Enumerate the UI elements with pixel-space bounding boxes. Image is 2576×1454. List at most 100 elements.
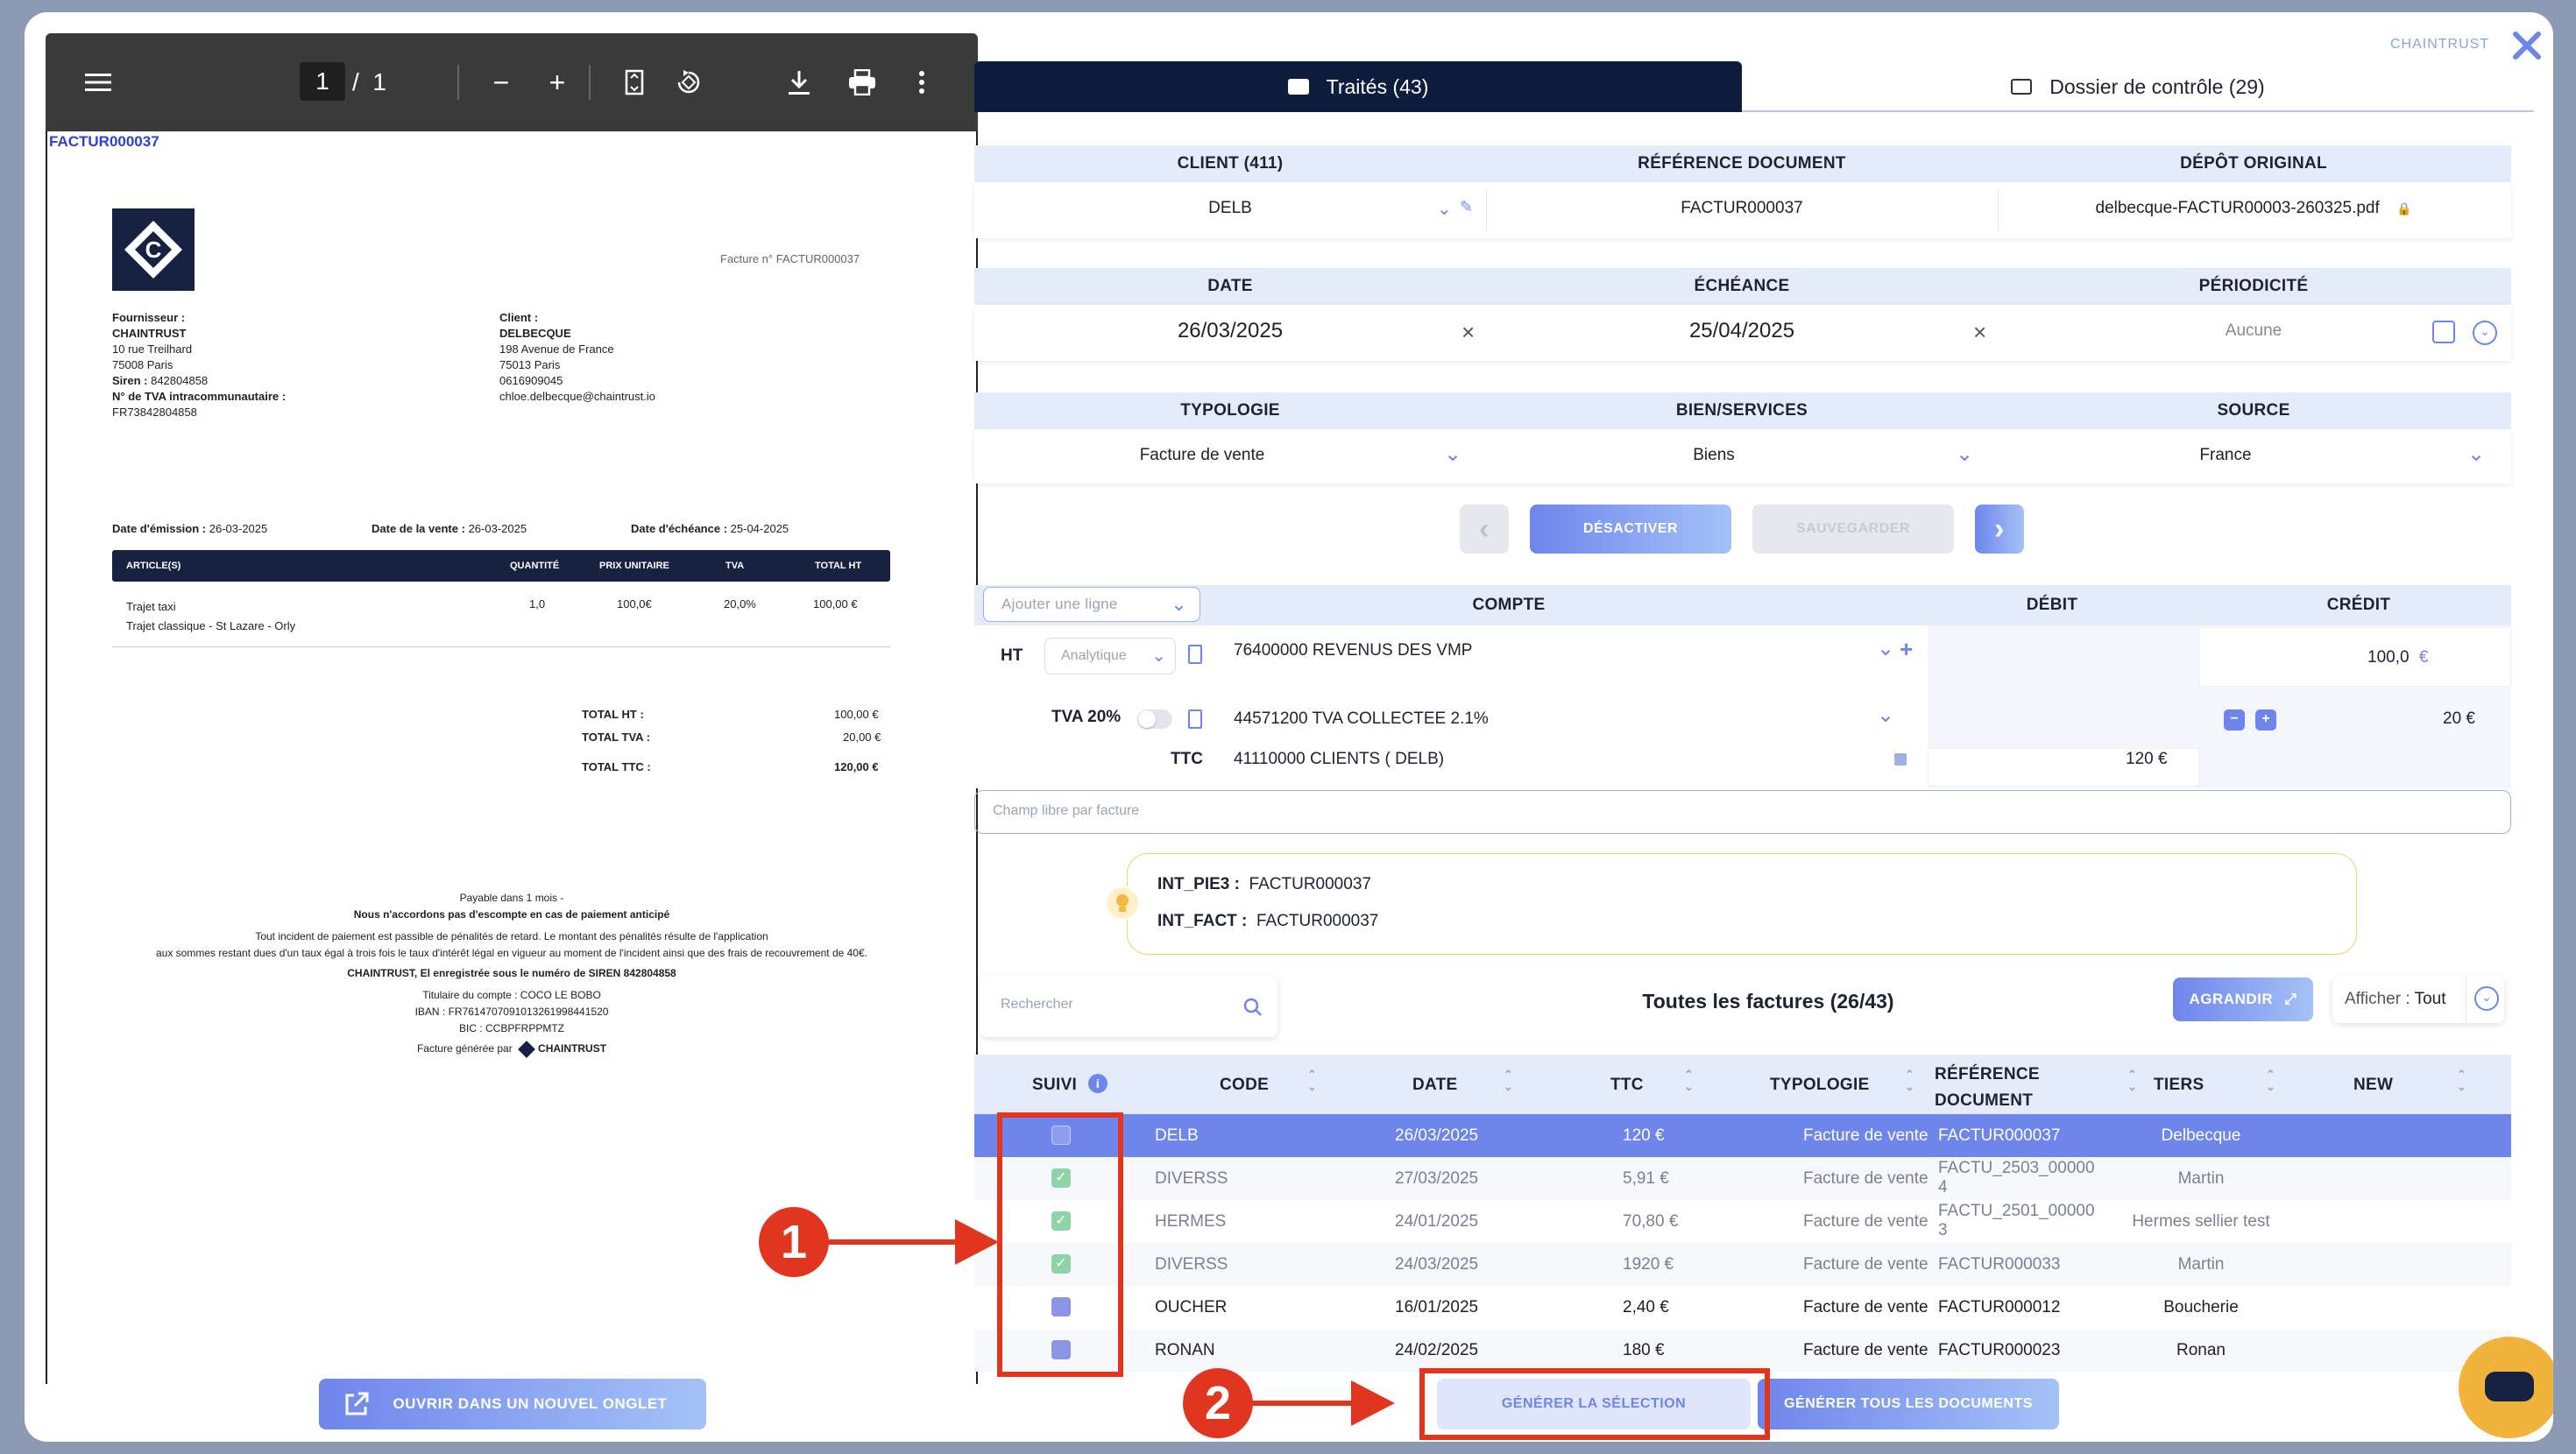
analytique-select[interactable]: Analytique ⌄: [1044, 638, 1176, 674]
depot-header: DÉPÔT ORIGINAL: [2180, 154, 2327, 173]
info-icon[interactable]: i: [1088, 1074, 1108, 1093]
credit-input-ht[interactable]: [2199, 627, 2511, 687]
col-reference[interactable]: RÉFÉRENCE DOCUMENT: [1935, 1062, 2040, 1114]
zoom-out-icon[interactable]: −: [484, 33, 519, 131]
col-code[interactable]: CODE: [1220, 1076, 1269, 1095]
pdf-doc-link[interactable]: FACTUR000037: [49, 133, 159, 151]
table-row[interactable]: DELB 26/03/2025 120 € Facture de vente FACTU…: [974, 1114, 2511, 1157]
client-email: chloe.delbecque@chaintrust.io: [499, 390, 655, 403]
chevron-down-icon[interactable]: ⌄: [1956, 441, 1973, 467]
invoices-table-header: SUIVI i CODE DATE TTC TYPOLOGIE RÉFÉRENC…: [974, 1055, 2511, 1114]
sort-icon[interactable]: ⌃ ⌄: [1504, 1069, 1513, 1093]
cell-code: DIVERSS: [1155, 1255, 1228, 1274]
agrandir-button[interactable]: AGRANDIR ⤢: [2173, 978, 2313, 1021]
close-icon[interactable]: [2511, 30, 2543, 61]
open-new-tab-button[interactable]: OUVRIR DANS UN NOUVEL ONGLET: [319, 1379, 706, 1429]
more-options-icon[interactable]: [904, 33, 939, 134]
chevron-down-icon[interactable]: ⌄: [2467, 441, 2485, 467]
afficher-label: Afficher :: [2345, 990, 2410, 1008]
chevron-circle-icon[interactable]: ⌄: [2473, 321, 2497, 345]
echeance-input[interactable]: 25/04/2025: [1486, 305, 1998, 357]
col-ttc[interactable]: TTC: [1610, 1076, 1644, 1095]
chevron-down-icon[interactable]: ⌄: [1444, 441, 1461, 467]
date-input[interactable]: 26/03/2025: [974, 305, 1486, 357]
next-button[interactable]: ›: [1975, 505, 2024, 554]
col-reference-line2: DOCUMENT: [1935, 1091, 2034, 1110]
col-reference-line1: RÉFÉRENCE: [1935, 1065, 2040, 1083]
sort-icon[interactable]: ⌃ ⌄: [1684, 1069, 1694, 1093]
footer-line: aux sommes restant dues d'un taux égal à…: [155, 947, 867, 959]
chat-widget[interactable]: [2459, 1337, 2553, 1438]
sort-icon[interactable]: ⌃ ⌄: [2457, 1069, 2466, 1093]
page-total: / 1: [352, 33, 386, 131]
ht-credit[interactable]: 100,0 €: [2367, 648, 2428, 667]
sort-icon[interactable]: ⌃ ⌄: [1307, 1069, 1317, 1093]
trash-icon[interactable]: [1188, 645, 1202, 664]
depot-original-link[interactable]: delbecque-FACTUR00003-260325.pdf 🔒: [1998, 182, 2509, 235]
clear-date-icon[interactable]: ×: [1461, 319, 1475, 346]
tva-toggle[interactable]: [1137, 709, 1172, 729]
ttc-label: TTC: [1171, 750, 1203, 768]
typologie-select[interactable]: Facture de vente: [974, 429, 1430, 482]
chevron-down-icon[interactable]: ⌄: [1437, 198, 1452, 220]
sauvegarder-button[interactable]: SAUVEGARDER: [1752, 505, 1954, 554]
col-typologie[interactable]: TYPOLOGIE: [1770, 1076, 1870, 1095]
search-icon[interactable]: [1242, 997, 1263, 1018]
tva-compte[interactable]: 44571200 TVA COLLECTEE 2.1%: [1234, 709, 1489, 729]
tab-traites[interactable]: Traités (43): [974, 61, 1742, 112]
generer-tous-button[interactable]: GÉNÉRER TOUS LES DOCUMENTS: [1758, 1379, 2059, 1429]
page-number-input[interactable]: 1: [300, 62, 345, 101]
desactiver-button[interactable]: DÉSACTIVER: [1530, 505, 1731, 554]
cell-ttc: 5,91 €: [1623, 1169, 1669, 1188]
annotation-arrow-1: [829, 1239, 960, 1245]
client-select[interactable]: DELB: [974, 182, 1486, 235]
cell-date: 26/03/2025: [1395, 1126, 1479, 1145]
minus-icon[interactable]: −: [2224, 709, 2245, 731]
table-row[interactable]: ✓ HERMES 24/01/2025 70,80 € Facture de vente…: [974, 1200, 2511, 1243]
sort-icon[interactable]: ⌃ ⌄: [1905, 1069, 1914, 1093]
plus-icon[interactable]: +: [2255, 709, 2276, 731]
add-icon[interactable]: +: [1900, 636, 1913, 663]
search-box[interactable]: Rechercher: [980, 976, 1277, 1037]
client-address-1: 198 Avenue de France: [499, 342, 614, 356]
rotate-icon[interactable]: [671, 33, 706, 136]
search-input[interactable]: Rechercher: [1001, 997, 1073, 1013]
add-line-select[interactable]: Ajouter une ligne ⌄: [983, 587, 1200, 622]
bien-select[interactable]: Biens: [1486, 429, 1942, 482]
chevron-circle-icon: ⌄: [2474, 986, 2499, 1011]
sort-icon[interactable]: ⌃ ⌄: [2266, 1069, 2275, 1093]
download-icon[interactable]: [782, 33, 817, 135]
table-row[interactable]: ✓ DIVERSS 27/03/2025 5,91 € Facture de vente…: [974, 1157, 2511, 1200]
tva-credit[interactable]: 20 €: [2443, 709, 2475, 729]
supplier-block: Fournisseur : CHAINTRUST 10 rue Treilhar…: [112, 310, 286, 420]
col-tiers[interactable]: TIERS: [2154, 1076, 2204, 1095]
col-date[interactable]: DATE: [1412, 1076, 1458, 1095]
source-select[interactable]: France: [1998, 429, 2453, 482]
ht-compte[interactable]: 76400000 REVENUS DES VMP: [1234, 641, 1472, 660]
annotation-arrowhead-2: [1351, 1380, 1395, 1426]
chevron-down-icon[interactable]: ⌄: [1877, 702, 1894, 728]
ttc-debit[interactable]: 120 €: [2126, 750, 2168, 769]
table-row[interactable]: RONAN 24/02/2025 180 € Facture de vente FACT…: [974, 1329, 2511, 1372]
free-field-input[interactable]: Champ libre par facture: [974, 790, 2511, 834]
clear-echeance-icon[interactable]: ×: [1973, 319, 1986, 346]
print-icon[interactable]: [845, 33, 880, 135]
cell-typo: Facture de vente: [1803, 1169, 1928, 1188]
menu-icon[interactable]: [81, 33, 116, 131]
tab-dossier-controle[interactable]: Dossier de contrôle (29): [1742, 61, 2534, 112]
zoom-in-icon[interactable]: +: [540, 33, 575, 131]
previous-button[interactable]: ‹: [1460, 505, 1509, 554]
fit-page-icon[interactable]: [617, 33, 652, 135]
chevron-down-icon[interactable]: ⌄: [1877, 636, 1894, 661]
col-suivi[interactable]: SUIVI: [1032, 1076, 1077, 1095]
trash-icon[interactable]: [1188, 709, 1202, 729]
invoice-table-header: ARTICLE(S) QUANTITÉ PRIX UNITAIRE TVA TO…: [112, 550, 890, 582]
table-row[interactable]: ✓ DIVERSS 24/03/2025 1920 € Facture de vente…: [974, 1243, 2511, 1286]
col-new[interactable]: NEW: [2353, 1076, 2393, 1095]
sort-icon[interactable]: ⌃ ⌄: [2127, 1069, 2137, 1093]
cell-date: 24/03/2025: [1395, 1255, 1479, 1274]
afficher-filter[interactable]: Afficher : Tout ⌄: [2332, 976, 2504, 1023]
table-row[interactable]: OUCHER 16/01/2025 2,40 € Facture de vente FA…: [974, 1286, 2511, 1329]
edit-icon[interactable]: ✎: [1460, 198, 1473, 216]
calendar-icon[interactable]: [2432, 321, 2455, 343]
